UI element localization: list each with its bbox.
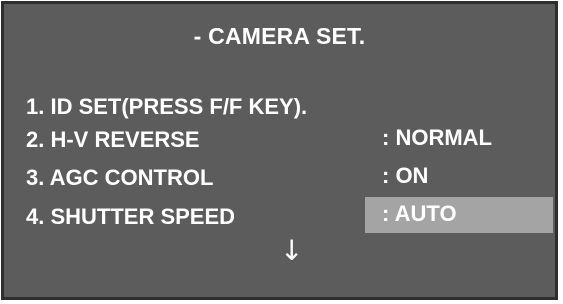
menu-value-agc-control[interactable]: : ON xyxy=(382,162,428,190)
menu-item-shutter-speed[interactable]: 4. SHUTTER SPEED xyxy=(26,203,235,231)
menu-item-agc-control[interactable]: 3. AGC CONTROL xyxy=(26,164,213,192)
camera-set-menu: - CAMERA SET. 1. ID SET(PRESS F/F KEY). … xyxy=(1,1,558,300)
menu-title: - CAMERA SET. xyxy=(193,23,366,49)
menu-item-hv-reverse[interactable]: 2. H-V REVERSE xyxy=(26,126,200,154)
arrow-down-icon[interactable]: ↓ xyxy=(280,236,303,266)
menu-item-id-set[interactable]: 1. ID SET(PRESS F/F KEY). xyxy=(26,93,307,121)
menu-value-shutter-speed-selected[interactable]: : AUTO xyxy=(365,197,553,233)
menu-value-hv-reverse[interactable]: : NORMAL xyxy=(382,124,492,152)
